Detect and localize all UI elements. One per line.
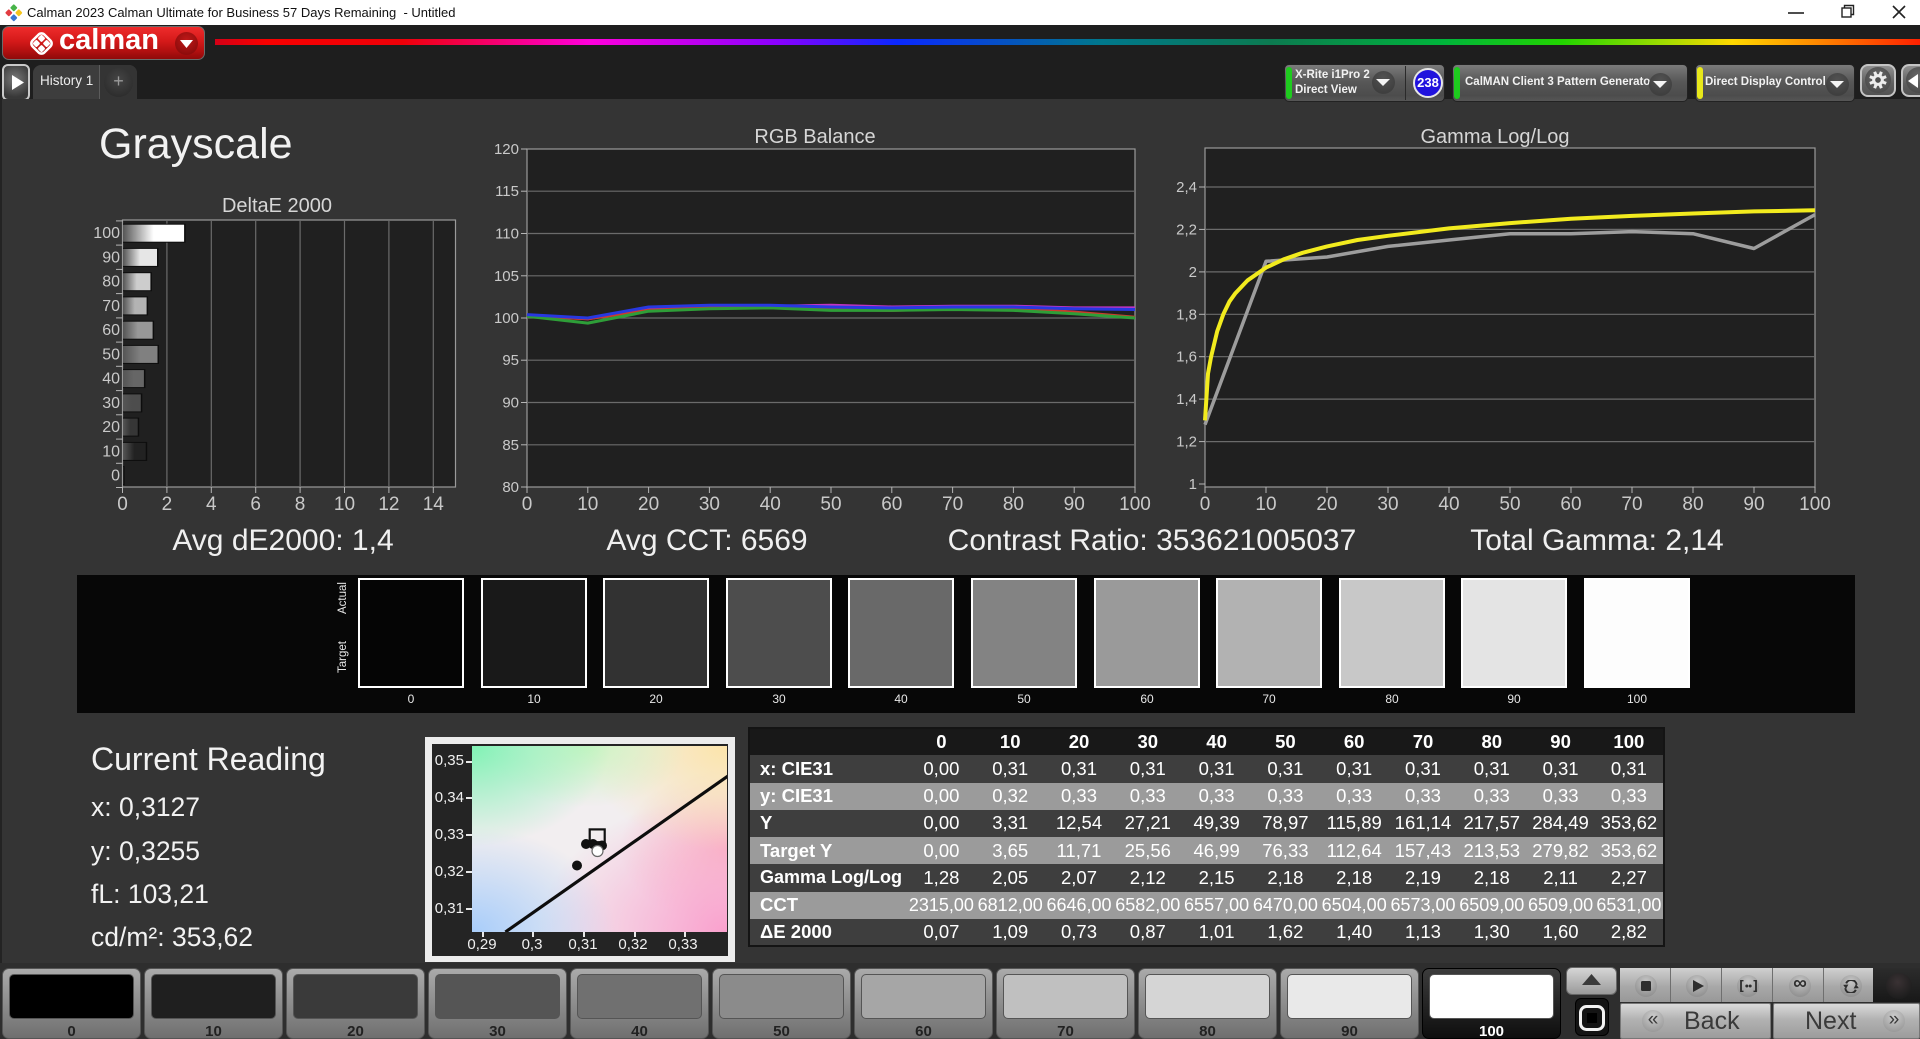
svg-text:70: 70: [942, 494, 963, 515]
svg-text:8: 8: [295, 494, 306, 515]
svg-text:85: 85: [502, 437, 519, 454]
svg-text:DeltaE 2000: DeltaE 2000: [222, 195, 332, 217]
svg-text:1,4: 1,4: [1176, 391, 1197, 408]
svg-text:110: 110: [495, 226, 519, 243]
svg-text:100: 100: [93, 225, 120, 242]
svg-text:Gamma Log/Log: Gamma Log/Log: [1421, 126, 1570, 148]
svg-text:80: 80: [1682, 494, 1703, 515]
svg-text:2: 2: [162, 494, 173, 515]
svg-text:40: 40: [760, 494, 781, 515]
svg-text:10: 10: [577, 494, 598, 515]
svg-text:80: 80: [102, 274, 120, 291]
svg-text:60: 60: [102, 322, 120, 339]
svg-text:50: 50: [102, 346, 120, 363]
svg-text:2,4: 2,4: [1176, 179, 1197, 196]
svg-text:14: 14: [423, 494, 445, 515]
svg-text:10: 10: [102, 443, 120, 460]
svg-text:20: 20: [102, 419, 120, 436]
svg-text:20: 20: [638, 494, 659, 515]
svg-text:10: 10: [334, 494, 355, 515]
svg-text:40: 40: [102, 371, 120, 388]
svg-text:30: 30: [1377, 494, 1398, 515]
svg-text:90: 90: [1064, 494, 1085, 515]
svg-text:105: 105: [494, 268, 519, 285]
svg-text:60: 60: [881, 494, 902, 515]
svg-text:30: 30: [102, 395, 120, 412]
svg-text:4: 4: [206, 494, 217, 515]
svg-text:0: 0: [522, 494, 533, 515]
svg-text:100: 100: [1119, 494, 1151, 515]
svg-text:30: 30: [699, 494, 720, 515]
svg-text:100: 100: [1799, 494, 1831, 515]
svg-text:90: 90: [1743, 494, 1764, 515]
svg-text:80: 80: [502, 479, 519, 496]
svg-text:0: 0: [117, 494, 128, 515]
svg-text:60: 60: [1560, 494, 1581, 515]
svg-text:80: 80: [1003, 494, 1024, 515]
svg-text:2,2: 2,2: [1176, 221, 1197, 238]
svg-text:6: 6: [250, 494, 261, 515]
svg-text:20: 20: [1316, 494, 1337, 515]
svg-text:70: 70: [1621, 494, 1642, 515]
svg-text:115: 115: [495, 183, 519, 200]
svg-text:0: 0: [111, 468, 120, 485]
svg-text:1,6: 1,6: [1176, 349, 1197, 366]
svg-text:120: 120: [494, 141, 519, 158]
svg-text:95: 95: [502, 352, 519, 369]
svg-text:40: 40: [1438, 494, 1459, 515]
svg-text:90: 90: [502, 395, 519, 412]
svg-text:2: 2: [1189, 264, 1197, 281]
svg-text:12: 12: [378, 494, 399, 515]
svg-text:100: 100: [494, 310, 519, 327]
svg-text:10: 10: [1255, 494, 1276, 515]
svg-text:1,8: 1,8: [1176, 306, 1197, 323]
svg-text:1,2: 1,2: [1176, 434, 1197, 451]
svg-text:50: 50: [1499, 494, 1520, 515]
svg-text:70: 70: [102, 298, 120, 315]
svg-text:1: 1: [1189, 476, 1197, 493]
svg-text:RGB Balance: RGB Balance: [754, 126, 875, 148]
svg-text:0: 0: [1200, 494, 1211, 515]
svg-text:90: 90: [102, 249, 120, 266]
svg-text:50: 50: [820, 494, 841, 515]
